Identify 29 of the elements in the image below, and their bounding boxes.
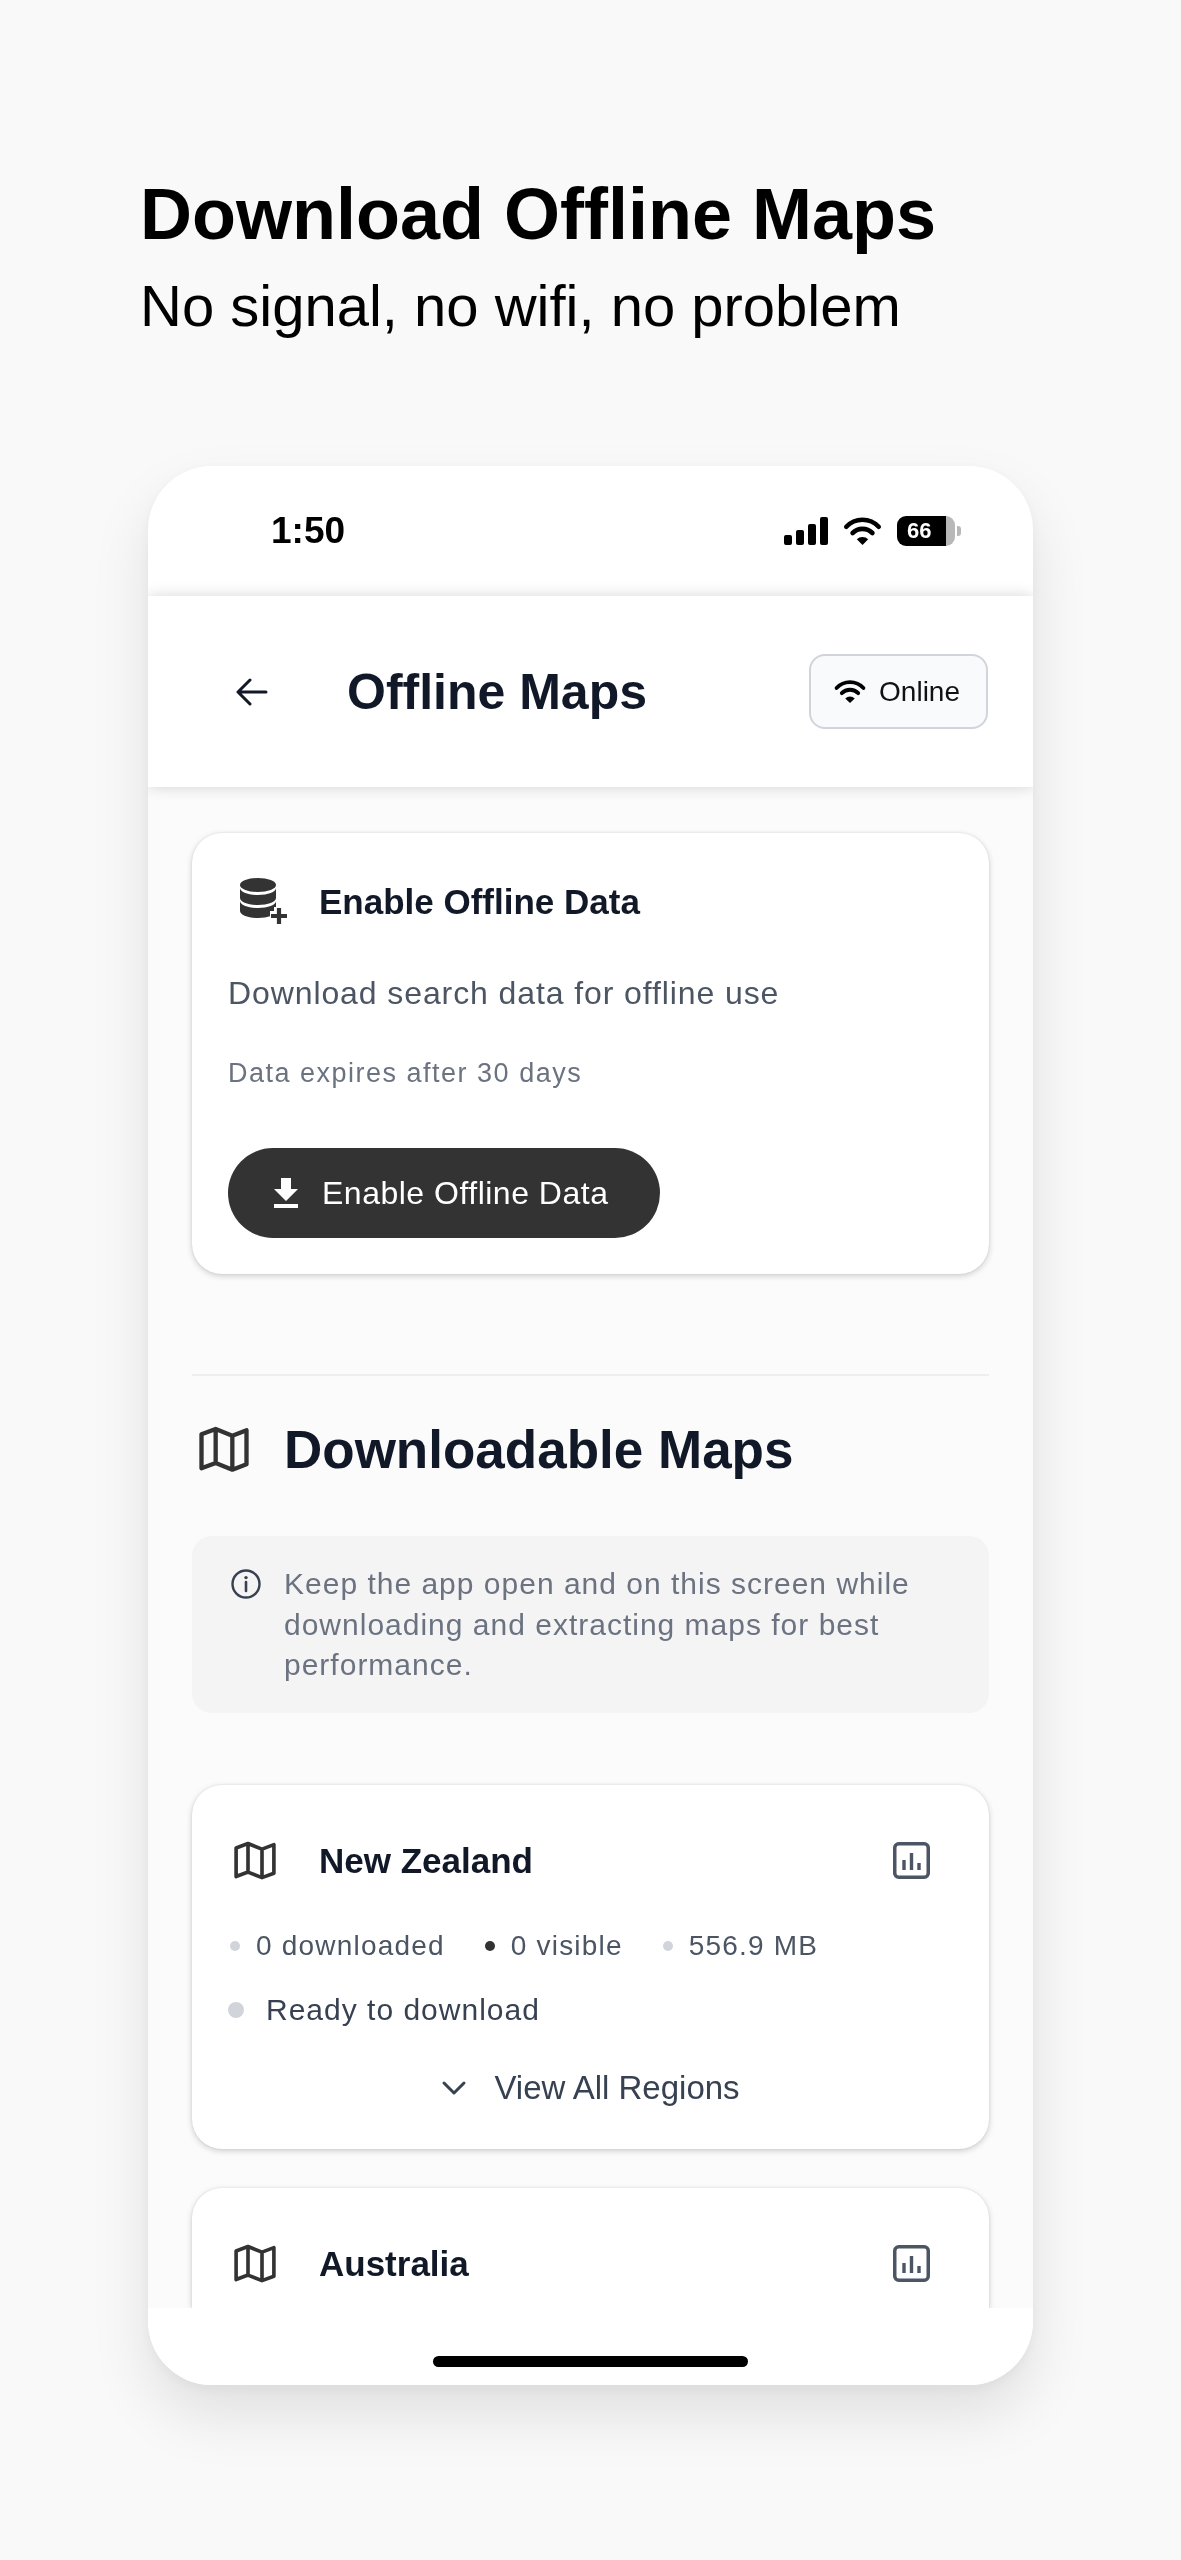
card-note: Data expires after 30 days (228, 1057, 584, 1090)
download-icon (273, 1178, 299, 1208)
map-status: Ready to download (266, 1992, 540, 2027)
bar-chart-icon[interactable] (893, 1842, 930, 1879)
map-name: Australia (319, 2243, 470, 2284)
map-stat: 0 visible (510, 1929, 623, 1962)
info-icon (231, 1569, 261, 1599)
status-time: 1:50 (271, 510, 346, 552)
view-regions-button[interactable]: View All Regions (441, 2063, 740, 2112)
enable-offline-button[interactable]: Enable Offline Data (228, 1148, 661, 1238)
battery-cap-icon (957, 526, 961, 536)
map-icon (199, 1425, 249, 1473)
map-name: New Zealand (319, 1840, 534, 1881)
card-description: Download search data for offline use (228, 974, 781, 1013)
map-icon (234, 2243, 276, 2284)
map-stat: 556.9 MB (688, 1929, 819, 1962)
map-stat: 0 downloaded (256, 1929, 445, 1962)
map-icon (234, 1840, 276, 1881)
info-text: Keep the app open and on this screen while downloading and extracting maps for best performance. (284, 1566, 911, 1683)
signal-icon (784, 517, 828, 545)
section-title: Downloadable Maps (284, 1418, 794, 1480)
header-title: Offline Maps (347, 662, 649, 721)
wifi-icon (833, 679, 868, 704)
database-plus-icon (238, 877, 290, 927)
card-title: Enable Offline Data (319, 882, 642, 922)
connection-status-button[interactable]: Online (809, 654, 988, 729)
bar-chart-icon[interactable] (893, 2245, 930, 2282)
battery-indicator: 66 (897, 516, 955, 546)
wifi-icon (842, 516, 883, 546)
